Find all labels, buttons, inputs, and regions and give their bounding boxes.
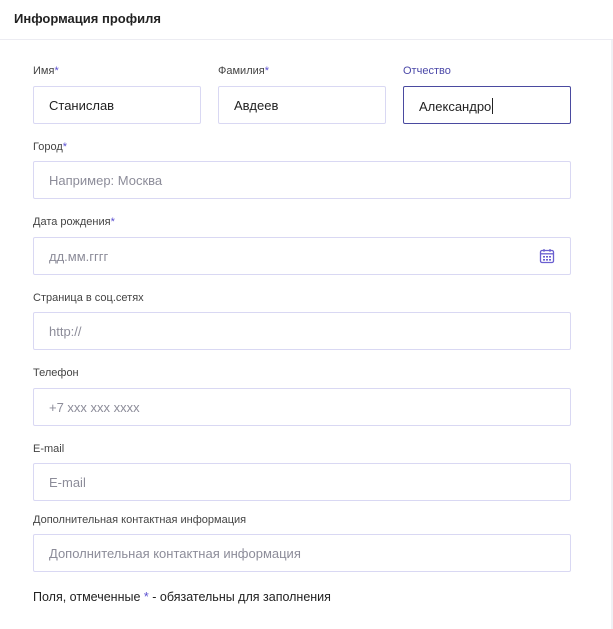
- social-placeholder: http://: [49, 324, 82, 339]
- required-fields-note: Поля, отмеченные * - обязательны для зап…: [33, 590, 331, 604]
- patronymic-value-text: Александро: [419, 99, 492, 114]
- patronymic-field[interactable]: Александро: [403, 86, 571, 124]
- required-mark: *: [110, 216, 115, 228]
- extra-contact-label: Дополнительная контактная информация: [33, 514, 246, 526]
- last-name-label: Фамилия*: [218, 65, 269, 77]
- calendar-icon[interactable]: [539, 248, 555, 264]
- birth-date-field[interactable]: дд.мм.гггг: [33, 237, 571, 275]
- phone-label-text: Телефон: [33, 367, 79, 379]
- email-field[interactable]: E-mail: [33, 463, 571, 501]
- city-label-text: Город: [33, 141, 63, 153]
- email-placeholder: E-mail: [49, 475, 86, 490]
- required-mark: *: [264, 65, 269, 77]
- social-field[interactable]: http://: [33, 312, 571, 350]
- last-name-field[interactable]: Авдеев: [218, 86, 386, 124]
- extra-contact-field[interactable]: Дополнительная контактная информация: [33, 534, 571, 572]
- page-title: Информация профиля: [14, 11, 161, 26]
- profile-header: Информация профиля: [0, 0, 613, 40]
- first-name-field[interactable]: Станислав: [33, 86, 201, 124]
- email-label-text: E-mail: [33, 443, 65, 455]
- birth-date-placeholder: дд.мм.гггг: [49, 249, 109, 264]
- extra-contact-placeholder: Дополнительная контактная информация: [49, 546, 301, 561]
- patronymic-label: Отчество: [403, 65, 451, 77]
- patronymic-label-text: Отчество: [403, 65, 451, 77]
- note-suffix: - обязательны для заполнения: [148, 590, 331, 604]
- last-name-label-text: Фамилия: [218, 65, 265, 77]
- birth-date-label: Дата рождения*: [33, 216, 115, 228]
- phone-label: Телефон: [33, 367, 79, 379]
- first-name-label: Имя*: [33, 65, 59, 77]
- patronymic-value: Александро: [419, 98, 494, 114]
- phone-field[interactable]: +7 xxx xxx xxxx: [33, 388, 571, 426]
- city-label: Город*: [33, 141, 67, 153]
- city-placeholder: Например: Москва: [49, 173, 163, 188]
- email-label: E-mail: [33, 443, 64, 455]
- text-caret: [492, 98, 494, 114]
- first-name-label-text: Имя: [33, 65, 55, 77]
- required-mark: *: [62, 141, 68, 153]
- birth-date-label-text: Дата рождения: [33, 216, 111, 228]
- phone-placeholder: +7 xxx xxx xxxx: [49, 400, 140, 415]
- first-name-value: Станислав: [49, 98, 115, 113]
- last-name-value: Авдеев: [234, 98, 279, 113]
- required-mark: *: [54, 65, 59, 77]
- social-label-text: Страница в соц.сетях: [33, 292, 144, 304]
- city-field[interactable]: Например: Москва: [33, 161, 571, 199]
- extra-contact-label-text: Дополнительная контактная информация: [33, 514, 247, 526]
- social-label: Страница в соц.сетях: [33, 292, 144, 304]
- note-prefix: Поля, отмеченные: [33, 590, 144, 604]
